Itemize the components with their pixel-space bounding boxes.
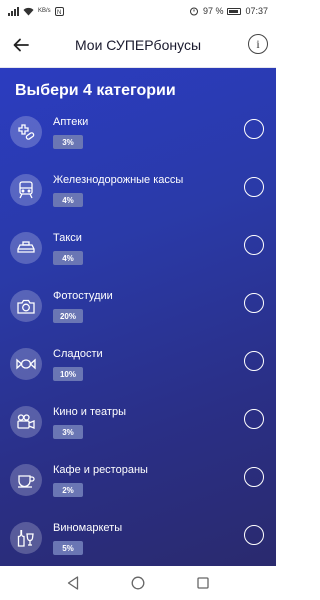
category-label: Кафе и рестораны [53, 464, 148, 476]
pharmacy-icon [10, 116, 42, 148]
section-title: Выбери 4 категории [15, 82, 176, 99]
battery-icon [227, 7, 242, 15]
back-button[interactable] [10, 34, 32, 56]
coffee-cup-icon [10, 464, 42, 496]
movie-camera-icon [10, 406, 42, 438]
category-label: Виномаркеты [53, 522, 123, 534]
cashback-badge: 5% [53, 541, 83, 555]
camera-icon [10, 290, 42, 322]
taxi-icon [10, 232, 42, 264]
category-label: Аптеки [53, 116, 89, 128]
cashback-badge: 4% [53, 193, 83, 207]
battery-percent: 97 % [202, 6, 224, 16]
cashback-badge: 2% [53, 483, 83, 497]
category-label: Такси [53, 232, 82, 244]
triangle-back-icon [67, 576, 78, 590]
arrow-left-icon [13, 38, 29, 52]
network-speed: KB/s [38, 8, 51, 14]
nav-home-button[interactable] [128, 573, 148, 593]
category-item-sweets[interactable]: Сладости 10% [0, 348, 276, 406]
cashback-badge: 4% [53, 251, 83, 265]
status-bar: KB/s N 97 % 07:37 [0, 0, 276, 22]
clock: 07:37 [245, 6, 268, 16]
radio-button[interactable] [244, 525, 264, 545]
category-item-cafes[interactable]: Кафе и рестораны 2% [0, 464, 276, 522]
category-item-cinema[interactable]: Кино и театры 3% [0, 406, 276, 464]
category-label: Железнодорожные кассы [53, 174, 184, 186]
nfc-icon: N [54, 6, 64, 16]
page-title: Мои СУПЕРбонусы [74, 36, 202, 53]
radio-button[interactable] [244, 177, 264, 197]
category-item-railway[interactable]: Железнодорожные кассы 4% [0, 174, 276, 232]
category-item-photo-studios[interactable]: Фотостудии 20% [0, 290, 276, 348]
nav-back-button[interactable] [63, 573, 83, 593]
svg-text:N: N [57, 10, 61, 16]
candy-icon [10, 348, 42, 380]
radio-button[interactable] [244, 293, 264, 313]
wifi-icon [23, 7, 34, 15]
category-selection-panel: Выбери 4 категории Аптеки 3% Железнодоро… [0, 68, 276, 566]
train-icon [10, 174, 42, 206]
cashback-badge: 3% [53, 425, 83, 439]
wine-glass-icon [10, 522, 42, 554]
square-recents-icon [197, 577, 209, 589]
info-button[interactable]: i [248, 34, 268, 54]
category-label: Фотостудии [53, 290, 113, 302]
alarm-icon [189, 7, 198, 16]
category-label: Сладости [53, 348, 103, 360]
cashback-badge: 3% [53, 135, 83, 149]
category-label: Кино и театры [53, 406, 126, 418]
category-item-pharmacy[interactable]: Аптеки 3% [0, 116, 276, 174]
signal-icon [8, 6, 19, 16]
radio-button[interactable] [244, 467, 264, 487]
system-nav-bar [0, 566, 276, 600]
radio-button[interactable] [244, 351, 264, 371]
category-item-wine-markets[interactable]: Виномаркеты 5% [0, 522, 276, 566]
cashback-badge: 10% [53, 367, 83, 381]
cashback-badge: 20% [53, 309, 83, 323]
nav-recents-button[interactable] [193, 573, 213, 593]
radio-button[interactable] [244, 119, 264, 139]
info-icon: i [256, 36, 260, 51]
radio-button[interactable] [244, 409, 264, 429]
circle-home-icon [131, 576, 145, 590]
app-header: Мои СУПЕРбонусы i [0, 22, 276, 68]
category-item-taxi[interactable]: Такси 4% [0, 232, 276, 290]
radio-button[interactable] [244, 235, 264, 255]
